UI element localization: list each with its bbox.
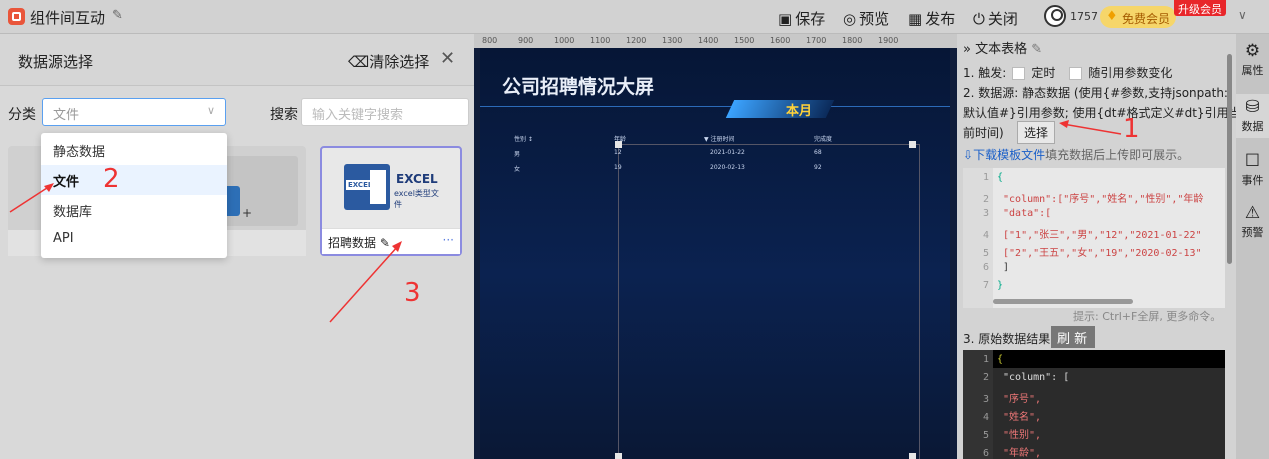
horizontal-ruler: 800 900 1000 1100 1200 1300 1400 1500 16… <box>474 34 957 48</box>
file-card-recruit[interactable]: EXCEL EXCEL excel类型文件 招聘数据 ✎ ··· <box>320 146 462 256</box>
data-code-editor[interactable]: 1{ 2 "column":["序号","姓名","性别","年龄 3 "dat… <box>963 168 1225 308</box>
top-bar: 组件间互动 ✎ ▣保存 ◎预览 ▦发布 ⏻关闭 1757 免费会员 升级会员 ∨ <box>0 0 1269 34</box>
raw-result-viewer[interactable]: 1{ 2 "column": [ 3 "序号", 4 "姓名", 5 "性别",… <box>963 350 1225 459</box>
annotation-2: 2 <box>103 164 120 194</box>
alarm-icon: ⚠ <box>1244 203 1261 223</box>
dropdown-item-static[interactable]: 静态数据 <box>41 135 227 165</box>
dropdown-item-database[interactable]: 数据库 <box>41 195 227 225</box>
preview-button[interactable]: ◎ 预览 <box>843 8 889 29</box>
database-icon: ⛁ <box>1245 97 1260 117</box>
download-template-link[interactable]: ⇩下载模板文件填充数据后上传即可展示。 <box>963 146 1189 163</box>
collapse-icon[interactable]: » <box>963 42 971 57</box>
table-cell: 12 <box>614 149 622 156</box>
annotation-1: 1 <box>1123 114 1140 144</box>
editor-hint: 提示: Ctrl+F全屏, 更多命令。 <box>1073 310 1222 323</box>
selected-widget-box[interactable] <box>618 144 920 459</box>
dashboard-title: 公司招聘情况大屏 <box>502 76 655 98</box>
table-header: ▼ 注册时间 <box>704 136 735 143</box>
edit-icon[interactable]: ✎ <box>1031 42 1042 57</box>
side-tab-bar: ⚙ 属性 ⛁ 数据 ☐ 事件 ⚠ 预警 <box>1236 34 1269 459</box>
chevron-down-icon: ∨ <box>206 104 215 117</box>
more-icon[interactable]: ··· <box>443 233 454 247</box>
clear-selection-button[interactable]: ⌫清除选择 <box>348 51 429 72</box>
vertical-scrollbar[interactable] <box>1227 54 1232 264</box>
search-label: 搜索 <box>270 107 298 123</box>
timer-checkbox[interactable] <box>1012 67 1026 80</box>
power-icon: ⏻ <box>973 10 985 28</box>
vip-badge[interactable]: 免费会员 <box>1100 6 1176 28</box>
table-cell: 2020-02-13 <box>710 164 745 171</box>
dropdown-item-api[interactable]: API <box>41 225 227 255</box>
user-avatar-icon[interactable] <box>1044 5 1066 27</box>
dialog-header: 数据源选择 ⌫清除选择 ✕ <box>0 34 474 86</box>
month-label: 本月 <box>786 104 813 119</box>
table-header: 完成度 <box>814 136 833 143</box>
cursor-icon: ☐ <box>1244 151 1261 171</box>
table-cell: 2021-01-22 <box>710 149 745 156</box>
search-input[interactable]: 输入关键字搜索 <box>301 98 469 126</box>
resize-handle[interactable] <box>615 453 622 459</box>
dialog-title: 数据源选择 <box>18 53 94 71</box>
table-cell: 女 <box>514 166 521 173</box>
trigger-row: 1. 触发: 定时 随引用参数变化 <box>963 66 1173 80</box>
table-cell: 92 <box>814 164 822 171</box>
title-divider <box>480 106 950 107</box>
panel-title: » 文本表格 ✎ <box>963 42 1043 57</box>
chevron-down-icon[interactable]: ∨ <box>1238 8 1247 22</box>
card-footer: 招聘数据 ✎ ··· <box>322 228 460 254</box>
resize-handle[interactable] <box>909 141 916 148</box>
month-banner <box>725 100 835 118</box>
design-canvas[interactable]: 800 900 1000 1100 1200 1300 1400 1500 16… <box>474 34 957 459</box>
tab-alerts[interactable]: ⚠ 预警 <box>1236 204 1269 240</box>
save-icon: ▣ <box>778 10 793 28</box>
edit-title-icon[interactable]: ✎ <box>112 8 123 23</box>
tab-data[interactable]: ⛁ 数据 <box>1236 94 1269 138</box>
app-logo-icon <box>8 8 25 25</box>
close-button[interactable]: ⏻ 关闭 <box>973 8 1018 29</box>
save-button[interactable]: ▣ 保存 <box>778 8 825 29</box>
dropdown-item-file[interactable]: 文件 <box>41 165 227 195</box>
qrcode-icon: ▦ <box>908 10 923 28</box>
table-cell: 68 <box>814 149 822 156</box>
source-desc-1: 2. 数据源: 静态数据 (使用{#参数,支持jsonpath: <box>963 86 1228 100</box>
table-cell: 19 <box>614 164 622 171</box>
horizontal-scrollbar[interactable] <box>993 299 1133 304</box>
raw-result-label: 3. 原始数据结果 <box>963 332 1051 346</box>
datasource-dialog: 数据源选择 ⌫清除选择 ✕ 分类 文件∨ 搜索 输入关键字搜索 (9) EXCE… <box>0 34 474 459</box>
annotation-3: 3 <box>404 278 421 308</box>
eye-icon: ◎ <box>843 10 857 28</box>
category-dropdown: 静态数据 文件 数据库 API <box>41 133 227 258</box>
table-cell: 男 <box>514 151 521 158</box>
tab-events[interactable]: ☐ 事件 <box>1236 152 1269 188</box>
follow-checkbox[interactable] <box>1069 67 1083 80</box>
close-icon[interactable]: ✕ <box>440 48 455 69</box>
app-window: 组件间互动 ✎ ▣保存 ◎预览 ▦发布 ⏻关闭 1757 免费会员 升级会员 ∨… <box>0 0 1269 459</box>
source-desc-3: 前时间) <box>963 126 1004 140</box>
resize-handle[interactable] <box>909 453 916 459</box>
cloud-download-icon: ⇩ <box>963 148 974 162</box>
category-select[interactable]: 文件 ∨ <box>42 98 226 126</box>
source-desc-2: 默认值#}引用参数; 使用{dt#格式定义#dt}引用当 <box>963 106 1241 120</box>
tab-properties[interactable]: ⚙ 属性 <box>1236 42 1269 78</box>
publish-button[interactable]: ▦ 发布 <box>908 8 955 29</box>
dashboard-stage: 公司招聘情况大屏 本月 性别 ↕ 年龄 ▼ 注册时间 完成度 男 12 2021… <box>480 48 950 459</box>
edit-icon[interactable]: ✎ <box>380 236 390 250</box>
user-id: 1757 <box>1070 10 1098 23</box>
properties-icon: ⚙ <box>1244 41 1261 61</box>
refresh-button[interactable]: 刷 新 <box>1051 326 1095 348</box>
excel-icon: EXCEL EXCEL excel类型文件 <box>344 164 440 212</box>
select-source-button[interactable]: 选择 <box>1017 121 1056 144</box>
table-header: 性别 ↕ <box>514 136 533 143</box>
card-name: 招聘数据 <box>328 236 377 250</box>
category-label: 分类 <box>8 107 36 123</box>
table-header: 年龄 <box>614 136 627 143</box>
upgrade-badge[interactable]: 升级会员 <box>1174 0 1226 16</box>
property-panel: » 文本表格 ✎ 1. 触发: 定时 随引用参数变化 2. 数据源: 静态数据 (使… <box>957 34 1241 459</box>
page-title: 组件间互动 <box>30 9 106 27</box>
eraser-icon: ⌫ <box>348 53 370 71</box>
